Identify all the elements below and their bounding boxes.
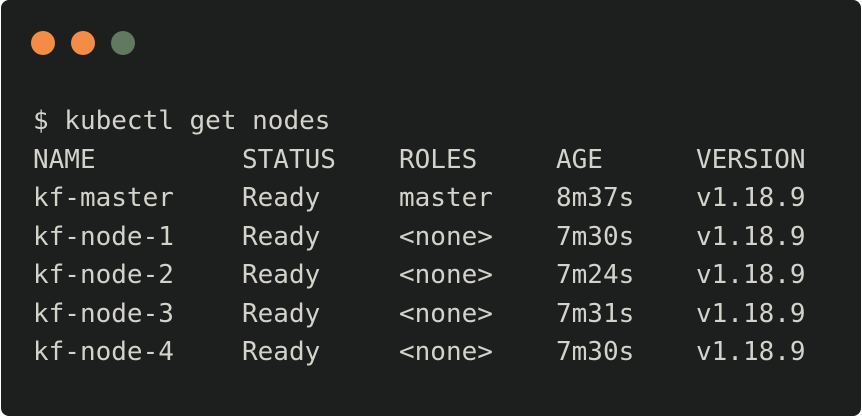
terminal-window: $ kubectl get nodes NAME STATUS ROLES AG… <box>1 0 861 416</box>
node-status: Ready <box>242 337 321 367</box>
node-version: v1.18.9 <box>696 183 806 213</box>
header-version: VERSION <box>696 144 806 175</box>
command-line: $ kubectl get nodes <box>33 102 330 141</box>
node-name: kf-master <box>33 183 174 213</box>
table-header: NAME STATUS ROLES AGE VERSION <box>33 141 806 180</box>
header-age: AGE <box>556 144 603 175</box>
table-row: kf-node-1 Ready <none> 7m30s v1.18.9 <box>33 218 806 257</box>
node-name: kf-node-1 <box>33 221 174 252</box>
node-age: 8m37s <box>556 183 635 213</box>
node-roles: <none> <box>399 298 493 329</box>
node-name: kf-node-4 <box>33 337 174 367</box>
node-status: Ready <box>242 183 321 213</box>
maximize-button[interactable] <box>111 31 135 55</box>
header-status: STATUS <box>242 144 336 175</box>
node-status: Ready <box>242 221 321 252</box>
node-status: Ready <box>242 260 321 290</box>
header-roles: ROLES <box>399 144 478 175</box>
node-version: v1.18.9 <box>696 221 806 252</box>
table-row: kf-master Ready master 8m37s v1.18.9 <box>33 179 806 218</box>
node-name: kf-node-2 <box>33 260 174 290</box>
node-roles: master <box>399 183 493 213</box>
minimize-button[interactable] <box>71 31 95 55</box>
table-row: kf-node-2 Ready <none> 7m24s v1.18.9 <box>33 256 806 295</box>
node-age: 7m31s <box>556 298 635 329</box>
node-roles: <none> <box>399 221 493 252</box>
table-row: kf-node-3 Ready <none> 7m31s v1.18.9 <box>33 295 806 334</box>
node-version: v1.18.9 <box>696 298 806 329</box>
node-roles: <none> <box>399 260 493 290</box>
node-status: Ready <box>242 298 321 329</box>
node-version: v1.18.9 <box>696 260 806 290</box>
terminal-output[interactable]: $ kubectl get nodes NAME STATUS ROLES AG… <box>33 102 806 372</box>
node-roles: <none> <box>399 337 493 367</box>
node-name: kf-node-3 <box>33 298 174 329</box>
command-prompt: $ kubectl get nodes <box>33 106 331 136</box>
node-age: 7m30s <box>556 221 635 252</box>
node-version: v1.18.9 <box>696 337 806 367</box>
node-age: 7m24s <box>556 260 635 290</box>
table-row: kf-node-4 Ready <none> 7m30s v1.18.9 <box>33 333 806 372</box>
window-titlebar <box>1 0 861 80</box>
close-button[interactable] <box>31 31 55 55</box>
node-age: 7m30s <box>556 337 635 367</box>
header-name: NAME <box>33 144 96 175</box>
